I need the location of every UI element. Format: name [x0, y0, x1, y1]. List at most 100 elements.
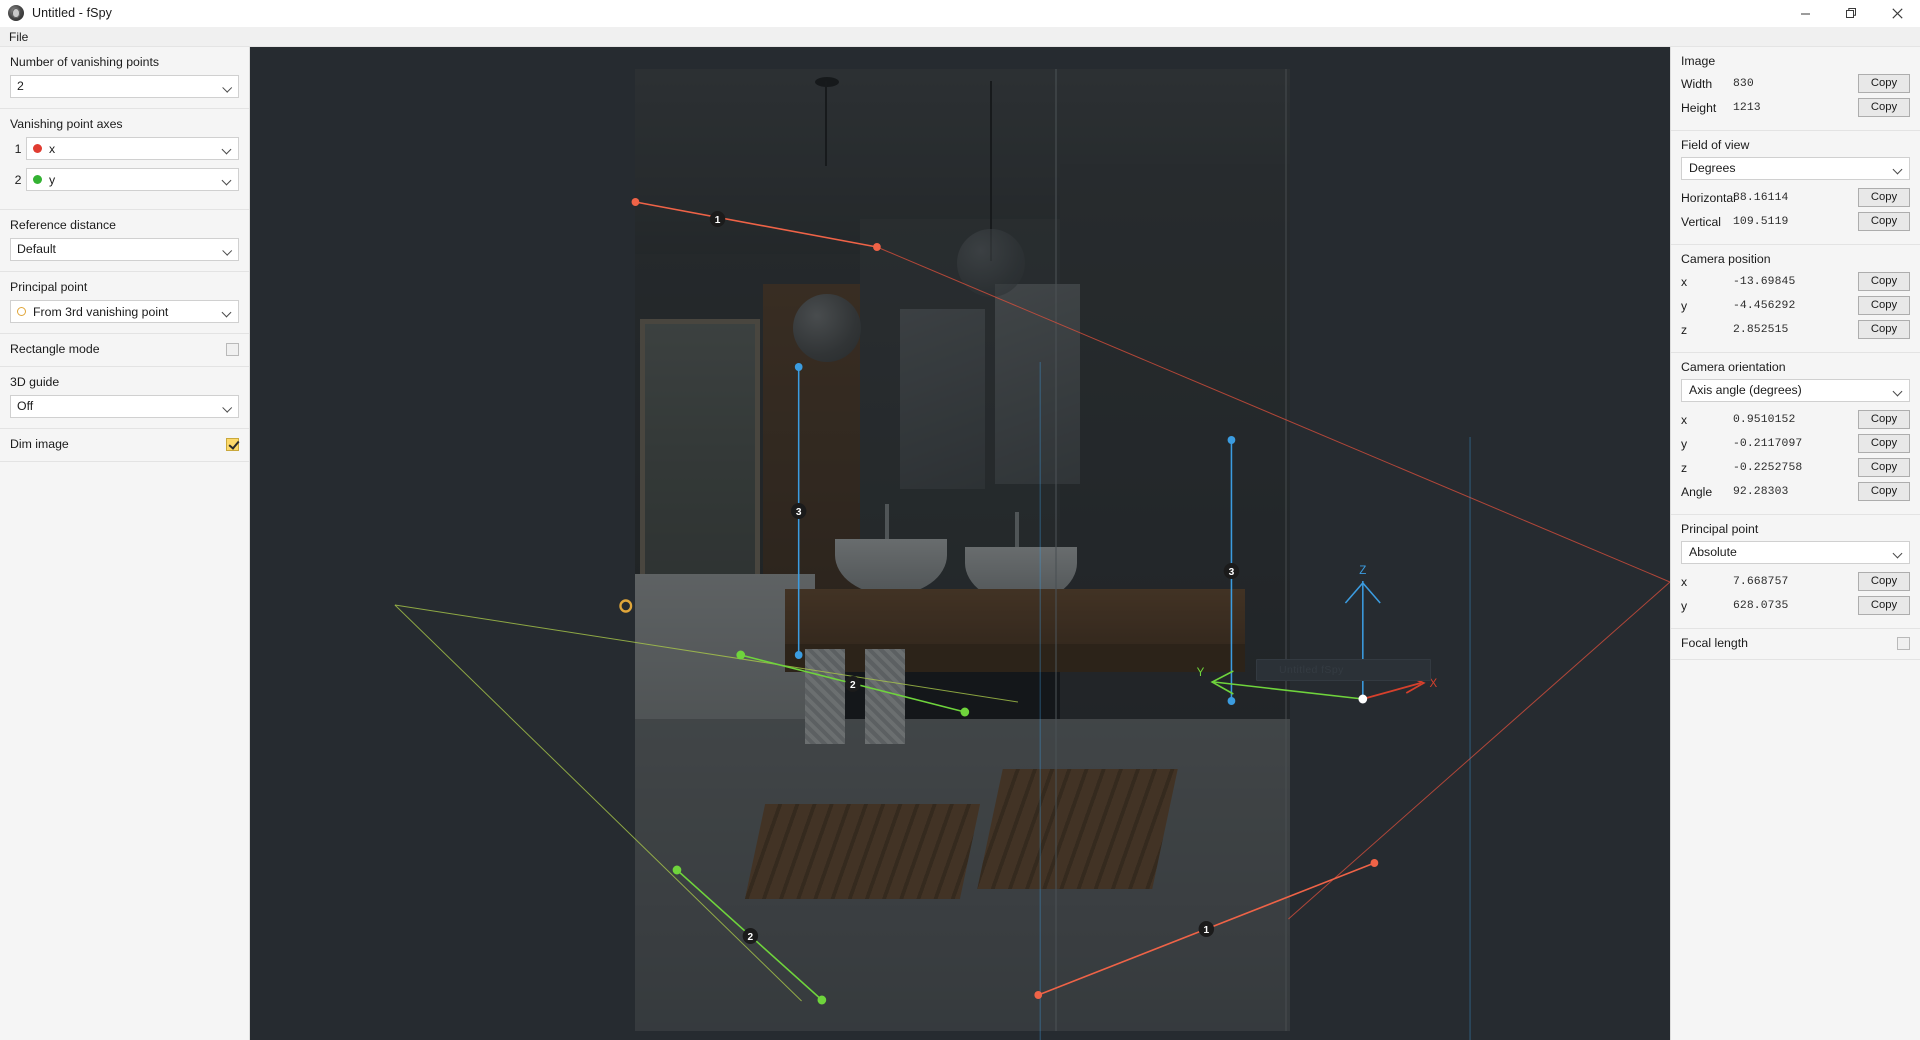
value-fov-vertical: 109.5119: [1733, 215, 1789, 228]
row-camera-orientation-x: x 0.9510152 Copy: [1681, 409, 1910, 430]
title-camera-position: Camera position: [1681, 252, 1771, 266]
group-camera-orientation: Camera orientation Axis angle (degrees) …: [1671, 353, 1920, 515]
value-camera-position-x: -13.69845: [1733, 275, 1796, 288]
axis-index-2: 2: [14, 172, 22, 187]
value-camera-orientation-z: -0.2252758: [1733, 461, 1803, 474]
title-focal-length: Focal length: [1681, 636, 1748, 650]
label-dim-image: Dim image: [10, 437, 69, 451]
window-controls: [1782, 0, 1920, 27]
row-principal-point-x: x 7.668757 Copy: [1681, 571, 1910, 592]
row-camera-position-y: y -4.456292 Copy: [1681, 295, 1910, 316]
close-button[interactable]: [1874, 0, 1920, 27]
label-rectangle-mode: Rectangle mode: [10, 342, 100, 356]
right-results-panel: Image Width 830 Copy Height 1213 Copy Fi…: [1670, 47, 1920, 1040]
row-fov-horizontal: Horizontal 88.16114 Copy: [1681, 187, 1910, 208]
copy-button-camera-position-y[interactable]: Copy: [1858, 296, 1910, 315]
menu-bar: File: [0, 27, 1920, 47]
select-principal-point-mode[interactable]: From 3rd vanishing point: [10, 300, 239, 323]
copy-button-fov-horizontal[interactable]: Copy: [1858, 188, 1910, 207]
value-camera-position-z: 2.852515: [1733, 323, 1789, 336]
select-fov-unit[interactable]: Degrees: [1681, 157, 1910, 180]
group-reference-distance: Reference distance Default: [0, 210, 249, 272]
minimize-button[interactable]: [1782, 0, 1828, 27]
left-settings-panel: Number of vanishing points 2 Vanishing p…: [0, 47, 250, 1040]
principal-point-marker[interactable]: [619, 599, 633, 613]
copy-button-camera-orientation-y[interactable]: Copy: [1858, 434, 1910, 453]
title-field-of-view: Field of view: [1681, 138, 1750, 152]
row-fov-vertical: Vertical 109.5119 Copy: [1681, 211, 1910, 232]
value-principal-point-y: 628.0735: [1733, 599, 1789, 612]
row-camera-position-x: x -13.69845 Copy: [1681, 271, 1910, 292]
label-vanishing-point-axes: Vanishing point axes: [10, 117, 123, 131]
value-principal-point-x: 7.668757: [1733, 575, 1789, 588]
copy-button-image-width[interactable]: Copy: [1858, 74, 1910, 93]
key-image-width: Width: [1681, 76, 1713, 91]
fspy-logo-icon: [8, 5, 24, 21]
select-3d-guide[interactable]: Off: [10, 395, 239, 418]
copy-button-camera-orientation-x[interactable]: Copy: [1858, 410, 1910, 429]
axis-index-1: 1: [14, 141, 22, 156]
image-viewport[interactable]: 1 1 2 2 3 3 Z Y X Untitled fSpy: [250, 47, 1670, 1040]
key-camera-position-z: z: [1681, 322, 1688, 337]
key-image-height: Height: [1681, 100, 1717, 115]
title-image: Image: [1681, 54, 1716, 68]
group-3d-guide: 3D guide Off: [0, 367, 249, 429]
window-title: Untitled - fSpy: [32, 6, 113, 20]
select-number-of-vanishing-points[interactable]: 2: [10, 75, 239, 98]
copy-button-camera-orientation-angle[interactable]: Copy: [1858, 482, 1910, 501]
copy-button-fov-vertical[interactable]: Copy: [1858, 212, 1910, 231]
group-principal-point: Principal point From 3rd vanishing point: [0, 272, 249, 334]
copy-button-principal-point-x[interactable]: Copy: [1858, 572, 1910, 591]
group-rectangle-mode: Rectangle mode: [0, 334, 249, 367]
group-principal-point-results: Principal point Absolute x 7.668757 Copy…: [1671, 515, 1920, 629]
key-fov-vertical: Vertical: [1681, 214, 1721, 229]
select-principal-point-units[interactable]: Absolute: [1681, 541, 1910, 564]
group-focal-length: Focal length: [1671, 629, 1920, 660]
key-camera-orientation-x: x: [1681, 412, 1688, 427]
key-camera-orientation-y: y: [1681, 436, 1688, 451]
label-number-of-vanishing-points: Number of vanishing points: [10, 55, 160, 69]
key-fov-horizontal: Horizontal: [1681, 190, 1736, 205]
value-image-width: 830: [1733, 77, 1754, 90]
group-dim-image: Dim image: [0, 429, 249, 462]
key-camera-position-y: y: [1681, 298, 1688, 313]
ghost-overlay-text: Untitled fSpy: [1279, 664, 1344, 676]
value-camera-position-y: -4.456292: [1733, 299, 1796, 312]
vanishing-point-axis-row-1: 1 x: [10, 137, 239, 160]
label-reference-distance: Reference distance: [10, 218, 116, 232]
key-camera-orientation-angle: Angle: [1681, 484, 1713, 499]
copy-button-principal-point-y[interactable]: Copy: [1858, 596, 1910, 615]
group-vanishing-point-axes: Vanishing point axes 1 x 2 y: [0, 109, 249, 210]
copy-button-camera-position-x[interactable]: Copy: [1858, 272, 1910, 291]
row-camera-orientation-angle: Angle 92.28303 Copy: [1681, 481, 1910, 502]
select-reference-distance[interactable]: Default: [10, 238, 239, 261]
key-camera-position-x: x: [1681, 274, 1688, 289]
value-camera-orientation-x: 0.9510152: [1733, 413, 1796, 426]
copy-button-image-height[interactable]: Copy: [1858, 98, 1910, 117]
maximize-restore-button[interactable]: [1828, 0, 1874, 27]
checkbox-rectangle-mode[interactable]: [226, 342, 239, 356]
select-axis-1[interactable]: x: [26, 137, 239, 160]
checkbox-focal-length[interactable]: [1897, 636, 1910, 650]
menu-item-file[interactable]: File: [0, 28, 37, 46]
key-camera-orientation-z: z: [1681, 460, 1688, 475]
row-principal-point-y: y 628.0735 Copy: [1681, 595, 1910, 616]
principal-point-value: From 3rd vanishing point: [33, 304, 169, 319]
key-principal-point-y: y: [1681, 598, 1688, 613]
title-principal-point: Principal point: [1681, 522, 1759, 536]
group-vanishing-points: Number of vanishing points 2: [0, 47, 249, 109]
group-image: Image Width 830 Copy Height 1213 Copy: [1671, 47, 1920, 131]
axis-2-label: y: [49, 172, 56, 187]
principal-point-ring-icon: [17, 307, 26, 316]
value-image-height: 1213: [1733, 101, 1761, 114]
label-3d-guide: 3D guide: [10, 375, 60, 389]
axis-color-dot-y: [33, 175, 42, 184]
copy-button-camera-position-z[interactable]: Copy: [1858, 320, 1910, 339]
select-camera-orientation-mode[interactable]: Axis angle (degrees): [1681, 379, 1910, 402]
reference-photo: [635, 69, 1290, 1031]
select-axis-2[interactable]: y: [26, 168, 239, 191]
copy-button-camera-orientation-z[interactable]: Copy: [1858, 458, 1910, 477]
vanishing-point-axis-row-2: 2 y: [10, 168, 239, 191]
row-camera-orientation-z: z -0.2252758 Copy: [1681, 457, 1910, 478]
checkbox-dim-image[interactable]: [226, 437, 239, 451]
